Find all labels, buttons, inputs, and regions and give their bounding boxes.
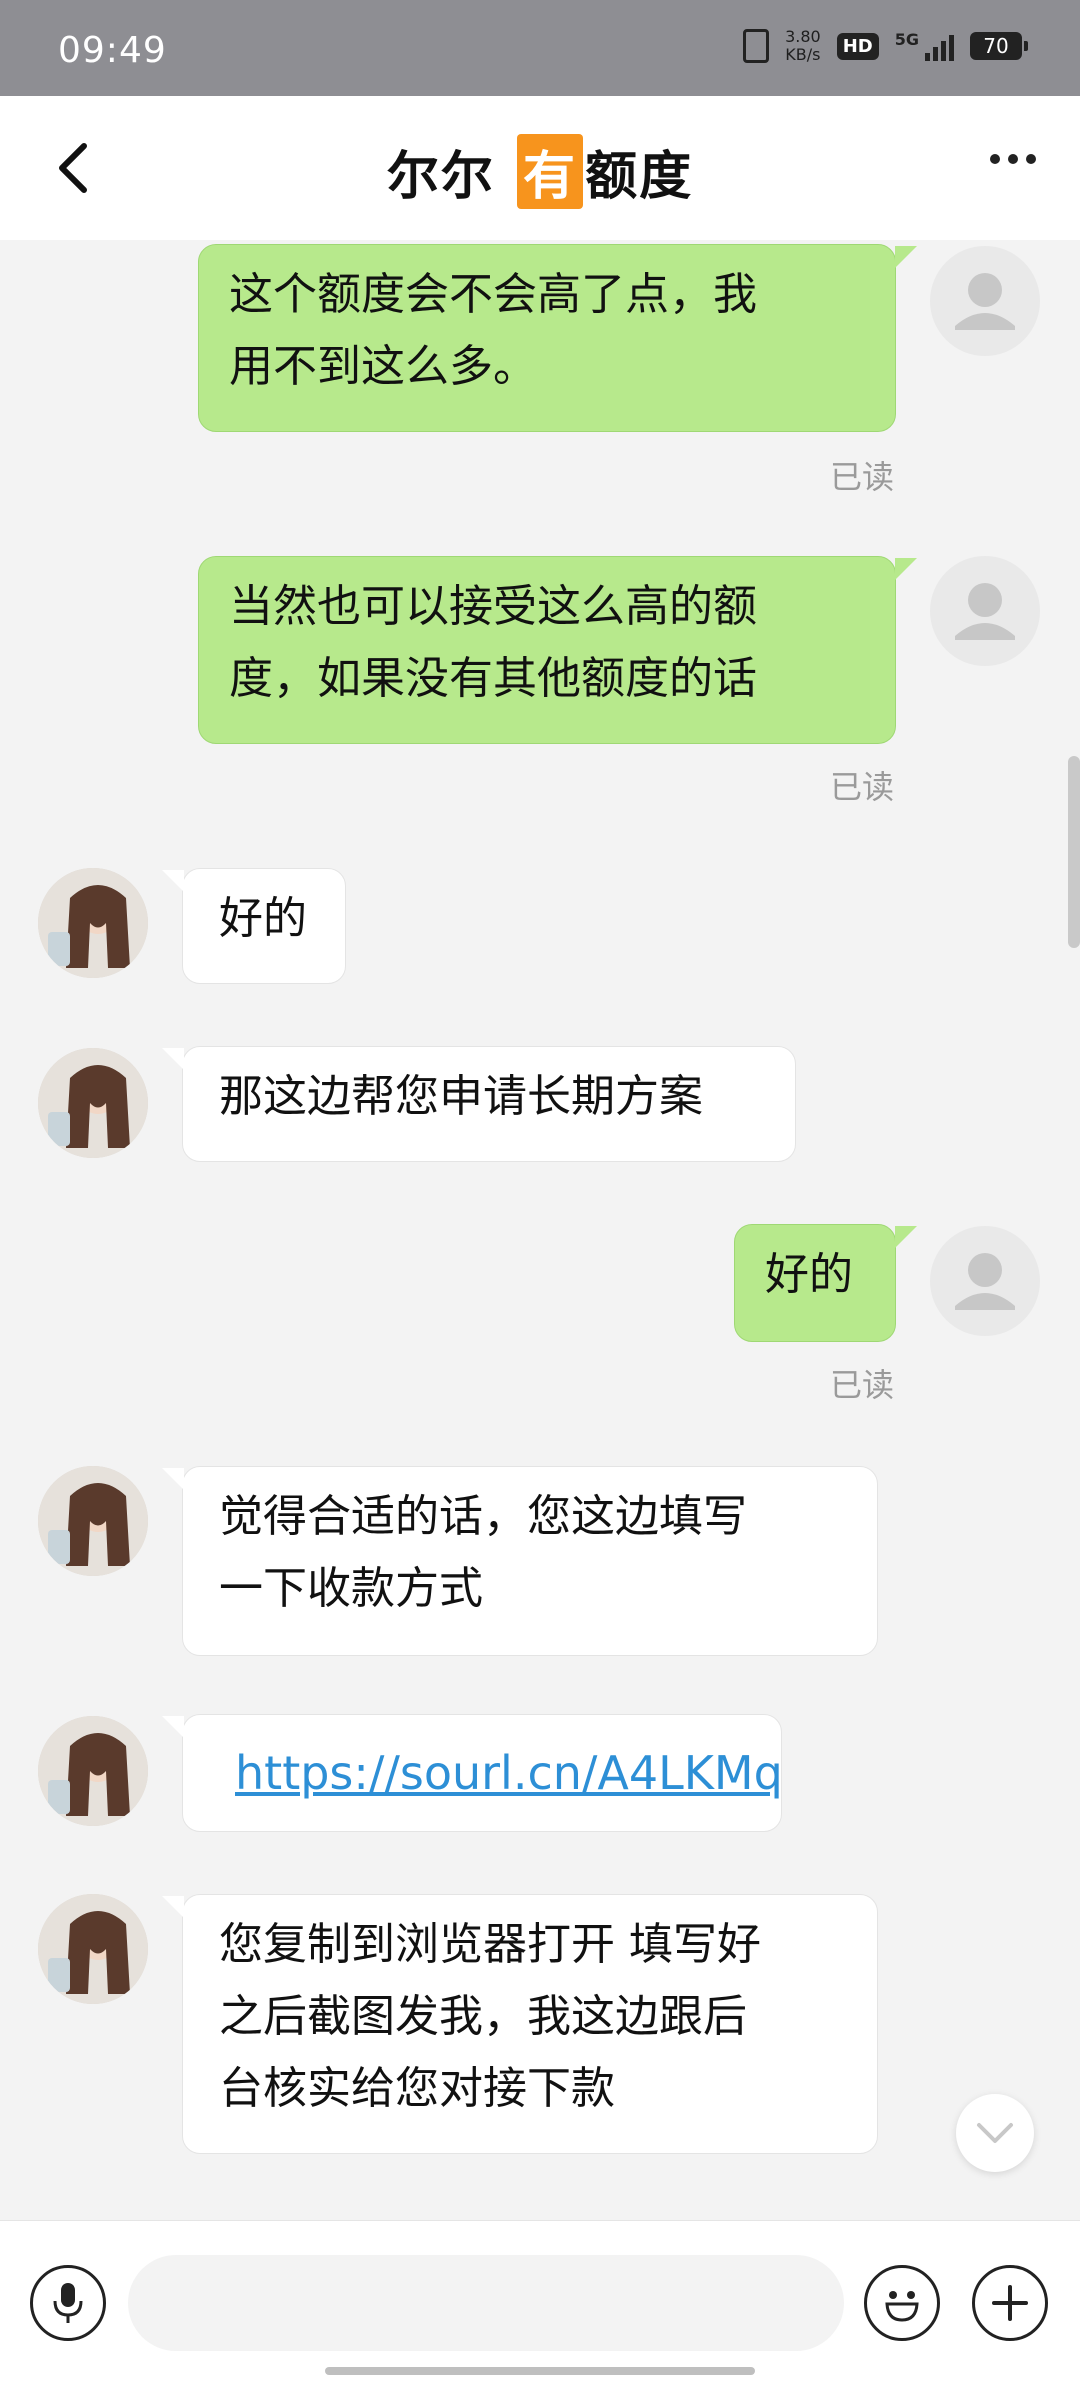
network-speed-unit: KB/s: [785, 45, 821, 64]
hd-icon: HD: [836, 32, 879, 60]
message-text: 台核实给您对接下款: [219, 2063, 615, 2114]
home-indicator[interactable]: [325, 2367, 755, 2375]
clock: 09:49: [58, 30, 167, 71]
dot-icon: [1026, 154, 1036, 164]
my-avatar[interactable]: [930, 1226, 1040, 1336]
status-bar: 09:49 3.80 KB/s HD 5G 70: [0, 0, 1080, 96]
user-placeholder-icon: [955, 273, 1015, 330]
contact-avatar[interactable]: [38, 1716, 148, 1826]
message-text: 一下收款方式: [219, 1563, 483, 1614]
link-message-bubble[interactable]: https://sourl.cn/A4LKMq: [182, 1714, 783, 1832]
microphone-icon: [53, 2283, 83, 2323]
my-avatar[interactable]: [930, 556, 1040, 666]
contact-avatar[interactable]: [38, 1894, 148, 2004]
contact-avatar[interactable]: [38, 868, 148, 978]
message-text: 用不到这么多。: [229, 341, 537, 392]
chat-header: 尔尔 有额度: [0, 96, 1080, 240]
network-type: 5G: [894, 29, 919, 49]
portrait-image: [38, 1716, 148, 1826]
battery-icon: 70: [970, 32, 1028, 60]
title-part2: 额度: [585, 146, 694, 207]
contact-avatar[interactable]: [38, 1048, 148, 1158]
network-speed: 3.80 KB/s: [785, 28, 821, 64]
more-options-button[interactable]: [990, 154, 1036, 164]
title-part1: 尔尔: [386, 146, 495, 207]
message-text: 这个额度会不会高了点，我: [229, 269, 757, 320]
message-text: 好的: [219, 893, 307, 944]
user-placeholder-icon: [955, 1253, 1015, 1310]
battery-level: 70: [983, 34, 1009, 58]
scroll-to-bottom-button[interactable]: [956, 2094, 1034, 2172]
message-input-bar: [0, 2220, 1080, 2389]
voice-input-button[interactable]: [30, 2265, 106, 2341]
message-link[interactable]: https://sourl.cn/A4LKMq: [235, 1737, 783, 1809]
message-text: 度，如果没有其他额度的话: [229, 653, 757, 704]
contact-avatar[interactable]: [38, 1466, 148, 1576]
vibrate-icon: [743, 29, 770, 63]
read-receipt: 已读: [830, 768, 895, 806]
message-text: 当然也可以接受这么高的额: [229, 581, 757, 632]
message-bubble[interactable]: 好的: [182, 868, 346, 984]
emoji-button[interactable]: [864, 2265, 940, 2341]
message-input[interactable]: [128, 2255, 844, 2351]
signal-icon: [925, 31, 954, 61]
title-badge: 有: [517, 134, 584, 209]
read-receipt: 已读: [830, 1366, 895, 1404]
bubble-tail: [162, 1468, 184, 1490]
message-text: 那这边帮您申请长期方案: [219, 1071, 703, 1122]
network-speed-value: 3.80: [785, 27, 821, 46]
message-bubble[interactable]: 当然也可以接受这么高的额 度，如果没有其他额度的话: [198, 556, 896, 744]
portrait-image: [38, 1466, 148, 1576]
bubble-tail: [162, 1896, 184, 1918]
dot-icon: [990, 154, 1000, 164]
read-receipt: 已读: [830, 458, 895, 496]
message-list[interactable]: 这个额度会不会高了点，我 用不到这么多。 已读 当然也可以接受这么高的额 度，如…: [0, 240, 1080, 2220]
chat-title: 尔尔 有额度: [0, 134, 1080, 209]
dot-icon: [1008, 154, 1018, 164]
scrollbar[interactable]: [1068, 756, 1080, 948]
message-text: 觉得合适的话，您这边填写: [219, 1491, 747, 1542]
bubble-tail: [162, 1048, 184, 1070]
plus-icon: [992, 2285, 1028, 2321]
portrait-image: [38, 1048, 148, 1158]
portrait-image: [38, 868, 148, 978]
message-text: 好的: [765, 1249, 853, 1300]
message-bubble[interactable]: 好的: [734, 1224, 896, 1342]
message-bubble[interactable]: 觉得合适的话，您这边填写 一下收款方式: [182, 1466, 878, 1656]
more-actions-button[interactable]: [972, 2265, 1048, 2341]
chevron-down-icon: [977, 2123, 1013, 2143]
message-bubble[interactable]: 那这边帮您申请长期方案: [182, 1046, 796, 1162]
bubble-tail: [895, 558, 917, 580]
message-text: 您复制到浏览器打开 填写好: [219, 1919, 761, 1970]
status-icons: 3.80 KB/s HD 5G 70: [743, 28, 1028, 64]
smiley-icon: [885, 2291, 919, 2322]
user-placeholder-icon: [955, 583, 1015, 640]
message-bubble[interactable]: 这个额度会不会高了点，我 用不到这么多。: [198, 244, 896, 432]
bubble-tail: [162, 870, 184, 892]
bubble-tail: [895, 246, 917, 268]
message-bubble[interactable]: 您复制到浏览器打开 填写好 之后截图发我，我这边跟后 台核实给您对接下款: [182, 1894, 878, 2154]
bubble-tail: [162, 1716, 184, 1738]
bubble-tail: [895, 1226, 917, 1248]
portrait-image: [38, 1894, 148, 2004]
message-text: 之后截图发我，我这边跟后: [219, 1991, 747, 2042]
my-avatar[interactable]: [930, 246, 1040, 356]
